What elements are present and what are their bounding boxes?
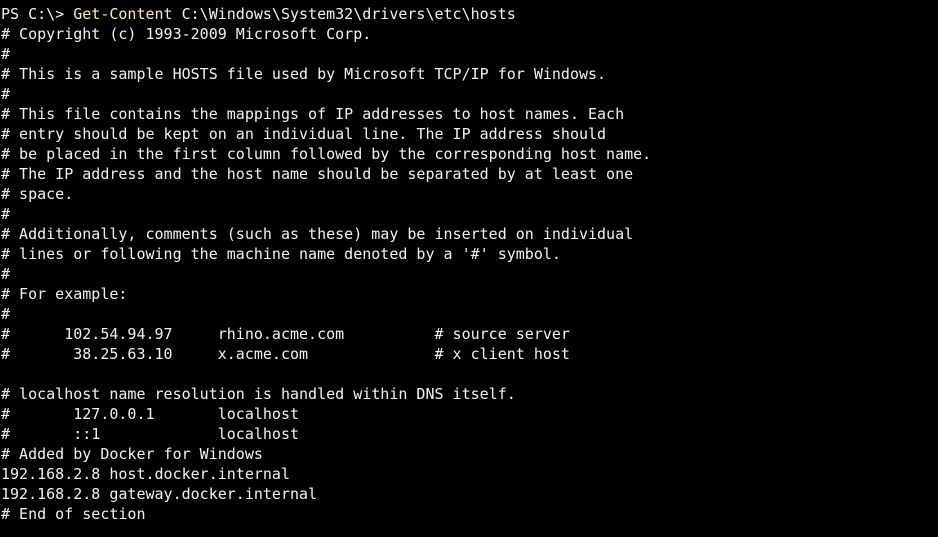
output-line: # This file contains the mappings of IP … — [1, 105, 625, 123]
output-line: # entry should be kept on an individual … — [1, 125, 607, 143]
output-line: # — [1, 45, 11, 63]
command-argument: C:\Windows\System32\drivers\etc\hosts — [172, 5, 516, 23]
output-line: 192.168.2.8 host.docker.internal — [1, 465, 290, 483]
output-line: # Added by Docker for Windows — [1, 445, 263, 463]
output-line: # — [1, 305, 11, 323]
output-line: # — [1, 85, 11, 103]
powershell-console[interactable]: PS C:\> Get-Content C:\Windows\System32\… — [0, 0, 938, 537]
output-line: # End of section — [1, 505, 146, 523]
output-line: # 102.54.94.97 rhino.acme.com # source s… — [1, 325, 570, 343]
prompt-text: PS C:\> — [1, 5, 74, 23]
output-line: # 127.0.0.1 localhost — [1, 405, 300, 423]
output-line: # For example: — [1, 285, 128, 303]
output-line: # lines or following the machine name de… — [1, 245, 561, 263]
output-line: # ::1 localhost — [1, 425, 300, 443]
output-line: 192.168.2.8 gateway.docker.internal — [1, 485, 318, 503]
output-line: # be placed in the first column followed… — [1, 145, 652, 163]
output-line: # This is a sample HOSTS file used by Mi… — [1, 65, 607, 83]
output-line: # The IP address and the host name shoul… — [1, 165, 634, 183]
output-line: # 38.25.63.10 x.acme.com # x client host — [1, 345, 570, 363]
output-line: # space. — [1, 185, 74, 203]
output-line: # Additionally, comments (such as these)… — [1, 225, 634, 243]
command-line: PS C:\> Get-Content C:\Windows\System32\… — [0, 4, 938, 24]
output-line: # — [1, 265, 11, 283]
output-line: # Copyright (c) 1993-2009 Microsoft Corp… — [1, 25, 372, 43]
output-line: # localhost name resolution is handled w… — [1, 385, 516, 403]
output-line: # — [1, 205, 11, 223]
command-text: Get-Content — [73, 5, 173, 23]
